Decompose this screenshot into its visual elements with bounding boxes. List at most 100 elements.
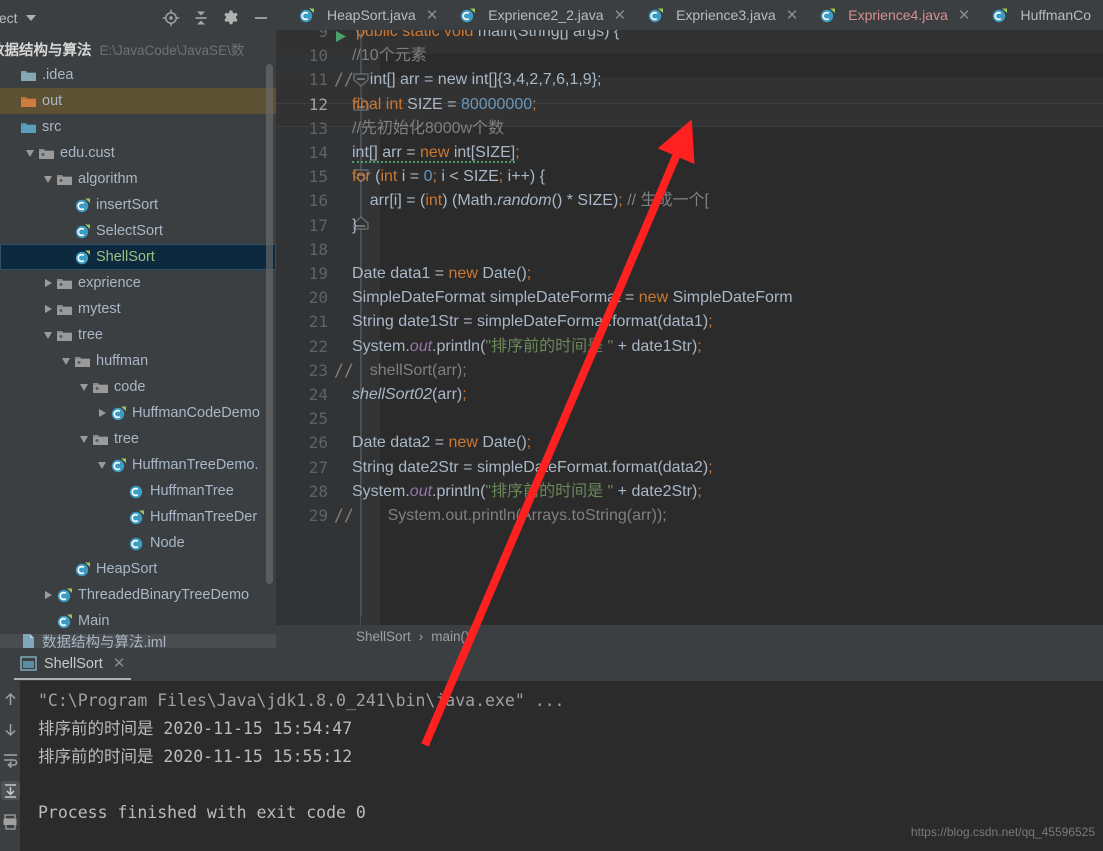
editor-tab-huffmanco[interactable]: HuffmanCo [979,0,1100,30]
editor-tab-exprience4-java[interactable]: Exprience4.java ✕ [807,0,979,30]
tree-twisty-collapsed[interactable] [40,275,56,291]
code-line-10[interactable]: //10个元素 [352,44,427,68]
breadcrumb[interactable]: ShellSort › main() [276,625,1103,648]
console-tab-label[interactable]: ShellSort [44,656,103,672]
settings-gear-icon[interactable] [222,9,240,27]
tree-twisty-expanded[interactable] [76,379,92,395]
code-line-21[interactable]: String date1Str = simpleDateFormat.forma… [352,310,713,334]
tree-twisty-expanded[interactable] [76,431,92,447]
code-line-11[interactable]: int[] arr = new int[]{3,4,2,7,6,1,9}; [352,68,602,92]
tree-item--idea[interactable]: .idea [0,62,276,88]
chevron-right-icon[interactable] [44,305,52,313]
tree-twisty-expanded[interactable] [40,171,56,187]
tree-item-algorithm[interactable]: algorithm [0,166,276,192]
chevron-down-icon[interactable] [62,357,70,365]
tree-root-row[interactable]: 数据结构与算法 E:\JavaCode\JavaSE\数 [0,36,276,62]
breadcrumb-method[interactable]: main() [431,629,469,644]
code-line-19[interactable]: Date data1 = new Date(); [352,262,531,286]
arrow-up-icon[interactable] [2,691,19,708]
tree-item-huffman[interactable]: huffman [0,348,276,374]
tree-item-src[interactable]: src [0,114,276,140]
code-line-16[interactable]: arr[i] = (int) (Math.random() * SIZE); /… [352,189,709,213]
chevron-right-icon[interactable] [44,279,52,287]
tree-item-threadedbinarytreedemo[interactable]: ThreadedBinaryTreeDemo [0,582,276,608]
editor-tab-exprience2_2-java[interactable]: Exprience2_2.java ✕ [447,0,635,30]
code-line-22[interactable]: System.out.println("排序前的时间是 " + date1Str… [352,335,702,359]
tree-item-code[interactable]: code [0,374,276,400]
tree-item-数据结构与算法-iml[interactable]: 数据结构与算法.iml [0,634,276,648]
editor-tab-bar[interactable]: HeapSort.java ✕ Exprience2_2.java ✕ Exprienc… [276,0,1103,30]
tree-item-huffmantree[interactable]: HuffmanTree [0,478,276,504]
line-number: 21 [308,312,328,332]
tree-item-tree[interactable]: tree [0,426,276,452]
console-toolbar[interactable] [0,681,20,851]
close-icon[interactable]: ✕ [786,8,799,23]
run-gutter-icon[interactable] [332,30,350,46]
tree-item-huffmantreedemo-[interactable]: HuffmanTreeDemo. [0,452,276,478]
tree-item-main[interactable]: Main [0,608,276,634]
tree-item-label: ShellSort [96,249,155,265]
code-line-20[interactable]: SimpleDateFormat simpleDateFormat = new … [352,286,793,310]
tree-twisty-expanded[interactable] [22,145,38,161]
scroll-to-end-icon[interactable] [0,781,20,800]
project-tree[interactable]: 数据结构与算法 E:\JavaCode\JavaSE\数 .idea out src… [0,36,276,648]
tree-item-mytest[interactable]: mytest [0,296,276,322]
chevron-down-icon[interactable] [26,149,34,157]
close-icon[interactable]: ✕ [613,8,626,23]
editor-tab-heapsort-java[interactable]: HeapSort.java ✕ [286,0,447,30]
collapse-all-icon[interactable] [192,9,210,27]
soft-wrap-icon[interactable] [2,751,19,768]
tree-item-tree[interactable]: tree [0,322,276,348]
editor-tab-exprience3-java[interactable]: Exprience3.java ✕ [635,0,807,30]
tree-item-node[interactable]: Node [0,530,276,556]
code-line-28[interactable]: System.out.println("排序前的时间是 " + date2Str… [352,480,702,504]
console-tab[interactable]: ShellSort ✕ [20,648,125,679]
tree-twisty-collapsed[interactable] [40,301,56,317]
tab-scroll-left[interactable] [276,0,286,30]
tree-item-out[interactable]: out [0,88,276,114]
tree-twisty-collapsed[interactable] [94,405,110,421]
tree-item-heapsort[interactable]: HeapSort [0,556,276,582]
close-icon[interactable]: ✕ [958,8,971,23]
code-line-17[interactable]: } [352,214,357,238]
code-line-29[interactable]: System.out.println(Arrays.toString(arr))… [352,504,667,528]
tree-item-huffmantreeder[interactable]: HuffmanTreeDer [0,504,276,530]
tree-item-huffmancodedemo[interactable]: HuffmanCodeDemo [0,400,276,426]
chevron-down-icon[interactable] [80,435,88,443]
chevron-right-icon[interactable] [98,409,106,417]
code-line-24[interactable]: shellSort02(arr); [352,383,467,407]
tree-item-insertsort[interactable]: insertSort [0,192,276,218]
tree-twisty-expanded[interactable] [40,327,56,343]
tree-twisty-expanded[interactable] [58,353,74,369]
print-icon[interactable] [2,813,19,830]
code-line-13[interactable]: //先初始化8000w个数 [352,117,504,141]
tree-item-exprience[interactable]: exprience [0,270,276,296]
tree-item-edu-cust[interactable]: edu.cust [0,140,276,166]
minimize-icon[interactable] [252,9,270,27]
close-icon[interactable]: ✕ [113,656,126,671]
project-tree-scrollbar[interactable] [266,64,273,584]
breadcrumb-class[interactable]: ShellSort [356,629,411,644]
code-line-26[interactable]: Date data2 = new Date(); [352,431,531,455]
chevron-right-icon[interactable] [44,591,52,599]
chevron-down-icon[interactable] [44,331,52,339]
code-line-27[interactable]: String date2Str = simpleDateFormat.forma… [352,456,713,480]
tree-twisty-collapsed[interactable] [40,587,56,603]
close-icon[interactable]: ✕ [426,8,439,23]
arrow-down-icon[interactable] [2,721,19,738]
code-line-23[interactable]: shellSort(arr); [352,359,467,383]
locate-icon[interactable] [162,9,180,27]
code-line-12[interactable]: final int SIZE = 80000000; [352,93,537,117]
code-content[interactable]: 9 public static void main(String[] args) … [276,30,1103,618]
chevron-down-icon[interactable] [44,175,52,183]
code-line-14[interactable]: int[] arr = new int[SIZE]; [352,141,520,165]
chevron-down-icon[interactable] [25,15,36,21]
code-line-9[interactable]: public static void main(String[] args) { [356,30,619,44]
tree-item-shellsort[interactable]: ShellSort [0,244,276,270]
chevron-down-icon[interactable] [80,383,88,391]
chevron-down-icon[interactable] [98,461,106,469]
tree-twisty-expanded[interactable] [94,457,110,473]
code-line-15[interactable]: for (int i = 0; i < SIZE; i++) { [352,165,545,189]
project-panel-title[interactable]: oject [0,10,18,26]
tree-item-selectsort[interactable]: SelectSort [0,218,276,244]
